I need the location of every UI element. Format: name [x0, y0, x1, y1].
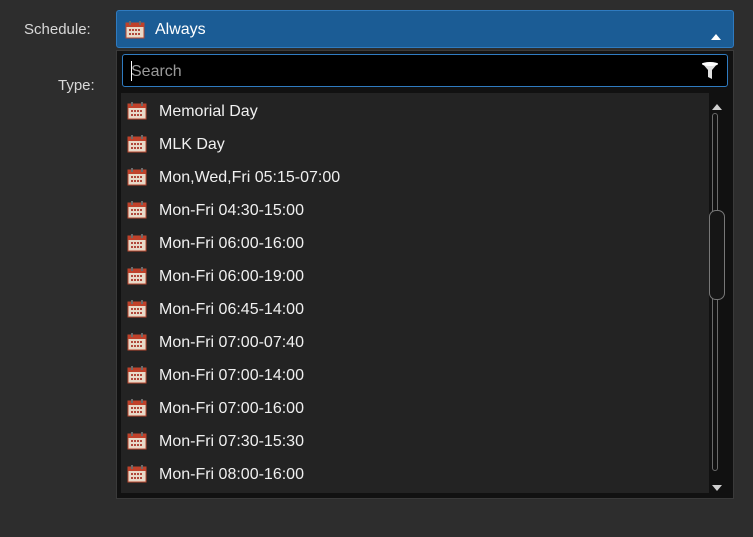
list-item[interactable]: Mon,Wed,Fri 05:15-07:00	[121, 161, 709, 194]
filter-icon[interactable]	[701, 61, 719, 86]
calendar-icon	[127, 234, 147, 257]
schedule-label: Schedule:	[24, 21, 91, 38]
scroll-thumb[interactable]	[709, 210, 725, 300]
calendar-icon	[127, 201, 147, 224]
list-item[interactable]: Mon-Fri 07:00-07:40	[121, 326, 709, 359]
type-label: Type:	[58, 77, 95, 94]
scroll-down-icon[interactable]	[712, 478, 722, 496]
list-item[interactable]: Mon-Fri 07:00-14:00	[121, 359, 709, 392]
list-item-label: Mon-Fri 04:30-15:00	[159, 202, 304, 219]
schedule-dropdown[interactable]: Always	[116, 10, 734, 48]
dropdown-popup: Memorial Day MLK Day Mon,Wed,Fri 05:15-07:…	[116, 50, 734, 499]
list-item-label: Mon-Fri 06:00-19:00	[159, 268, 304, 285]
search-input[interactable]	[129, 59, 703, 85]
list-item[interactable]: Mon-Fri 06:45-14:00	[121, 293, 709, 326]
calendar-icon	[127, 300, 147, 323]
list-item-label: MLK Day	[159, 136, 225, 153]
list-item-label: Mon-Fri 06:45-14:00	[159, 301, 304, 318]
list-item[interactable]: Mon-Fri 07:00-16:00	[121, 392, 709, 425]
search-box[interactable]	[122, 54, 728, 87]
calendar-icon	[127, 399, 147, 422]
list-item[interactable]: Memorial Day	[121, 95, 709, 128]
list-item-label: Mon-Fri 07:30-15:30	[159, 433, 304, 450]
calendar-icon	[125, 21, 145, 44]
calendar-icon	[127, 465, 147, 488]
list-item[interactable]: Mon-Fri 06:00-16:00	[121, 227, 709, 260]
list-item-label: Memorial Day	[159, 103, 258, 120]
calendar-icon	[127, 168, 147, 191]
list-item-label: Mon-Fri 07:00-07:40	[159, 334, 304, 351]
calendar-icon	[127, 135, 147, 158]
selected-value: Always	[155, 21, 206, 38]
list-item-label: Mon-Fri 07:00-16:00	[159, 400, 304, 417]
calendar-icon	[127, 432, 147, 455]
caret-up-icon[interactable]	[711, 27, 721, 45]
calendar-icon	[127, 366, 147, 389]
scrollbar[interactable]	[709, 93, 725, 493]
text-cursor	[131, 61, 132, 81]
calendar-icon	[127, 267, 147, 290]
list-item-label: Mon-Fri 06:00-16:00	[159, 235, 304, 252]
list-item[interactable]: Mon-Fri 06:00-19:00	[121, 260, 709, 293]
list-item-label: Mon,Wed,Fri 05:15-07:00	[159, 169, 341, 186]
list-item[interactable]: Mon-Fri 04:30-15:00	[121, 194, 709, 227]
list-item-label: Mon-Fri 08:00-16:00	[159, 466, 304, 483]
list-item[interactable]: MLK Day	[121, 128, 709, 161]
list-item[interactable]: Mon-Fri 07:30-15:30	[121, 425, 709, 458]
calendar-icon	[127, 333, 147, 356]
options-list: Memorial Day MLK Day Mon,Wed,Fri 05:15-07:…	[121, 93, 709, 493]
list-item[interactable]: Mon-Fri 08:00-16:00	[121, 458, 709, 491]
list-item-label: Mon-Fri 07:00-14:00	[159, 367, 304, 384]
calendar-icon	[127, 102, 147, 125]
